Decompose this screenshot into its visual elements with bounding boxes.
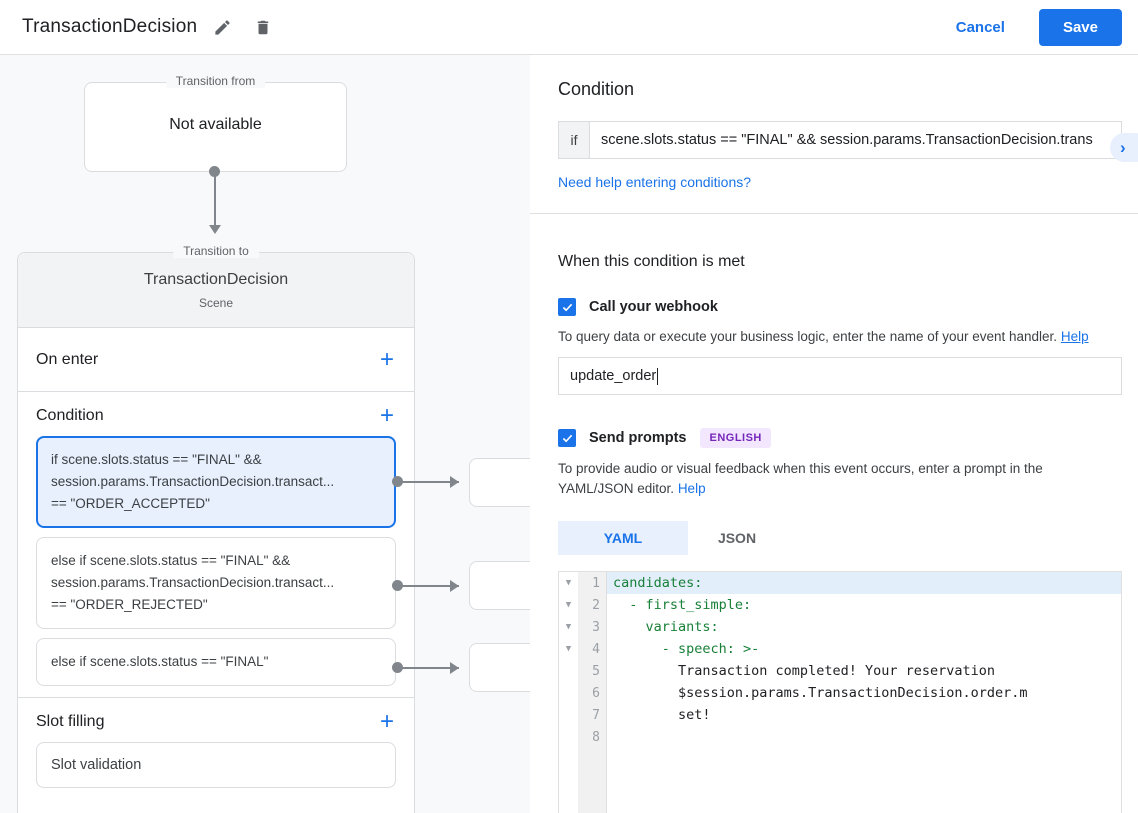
condition-card-rejected[interactable]: else if scene.slots.status == "FINAL" &&…	[36, 537, 396, 629]
top-bar: TransactionDecision Cancel Save	[0, 0, 1138, 55]
delete-scene-button[interactable]	[248, 12, 278, 43]
condition-card-accepted[interactable]: if scene.slots.status == "FINAL" && sess…	[36, 436, 396, 528]
fold-toggle-icon[interactable]: ▼	[559, 594, 578, 616]
webhook-checkbox[interactable]	[558, 298, 576, 316]
transition-target-box[interactable]	[469, 643, 530, 692]
transition-from-box: Transition from Not available	[84, 74, 347, 172]
condition-panel-heading: Condition	[558, 79, 635, 99]
yaml-editor[interactable]: ▼ ▼ ▼ ▼ 1 2 3 4 5 6 7 8 candidates: - fi…	[558, 571, 1122, 813]
condition-card-final[interactable]: else if scene.slots.status == "FINAL"	[36, 638, 396, 686]
trash-icon	[254, 18, 272, 37]
edit-title-button[interactable]	[207, 12, 238, 43]
prompts-description: To provide audio or visual feedback when…	[558, 459, 1118, 499]
condition-detail-panel: Condition › if Need help entering condit…	[530, 55, 1138, 813]
line-number: 8	[592, 729, 600, 745]
line-number: 1	[592, 575, 600, 591]
slot-filling-section-header: Slot filling +	[18, 698, 414, 742]
scene-card-header: TransactionDecision Scene	[18, 253, 414, 328]
page-title: TransactionDecision	[22, 16, 198, 37]
webhook-description-text: To query data or execute your business l…	[558, 329, 1058, 344]
webhook-label: Call your webhook	[589, 299, 718, 315]
transition-to-legend: Transition to	[173, 244, 259, 258]
code-line: - speech: >-	[613, 641, 760, 657]
prompts-description-text: To provide audio or visual feedback when…	[558, 461, 1043, 496]
condition-expression-input[interactable]	[589, 121, 1122, 159]
slot-validation-card[interactable]: Slot validation	[36, 742, 396, 788]
transition-from-legend: Transition from	[165, 74, 266, 88]
arrow-down-icon	[209, 225, 221, 234]
cancel-button[interactable]: Cancel	[940, 11, 1021, 44]
chevron-right-icon: ›	[1120, 137, 1126, 157]
code-line: $session.params.TransactionDecision.orde…	[613, 685, 1028, 701]
add-slot-button[interactable]: +	[378, 710, 396, 734]
slot-filling-label: Slot filling	[36, 713, 105, 730]
transition-to-box: Transition to TransactionDecision Scene …	[17, 244, 415, 813]
line-number: 3	[592, 619, 600, 635]
panel-divider	[530, 213, 1138, 214]
check-icon	[562, 434, 572, 442]
if-prefix-label: if	[558, 121, 589, 159]
scene-diagram: Transition from Not available Transition…	[0, 55, 530, 813]
webhook-help-link[interactable]: Help	[1061, 329, 1089, 344]
code-line: - first_simple:	[613, 597, 752, 613]
tab-json[interactable]: JSON	[688, 521, 786, 555]
line-number: 2	[592, 597, 600, 613]
on-enter-label: On enter	[36, 350, 99, 368]
editor-gutter: ▼ ▼ ▼ ▼ 1 2 3 4 5 6 7 8	[559, 572, 607, 813]
code-area[interactable]: candidates: - first_simple: variants: - …	[607, 572, 1121, 813]
check-icon	[562, 303, 572, 311]
code-line: Transaction completed! Your reservation	[613, 663, 996, 679]
code-line: set!	[613, 707, 711, 723]
line-number-column: 1 2 3 4 5 6 7 8	[578, 572, 606, 813]
conditions-help-link[interactable]: Need help entering conditions?	[558, 174, 751, 190]
editor-tabs: YAML JSON	[558, 521, 1122, 555]
scene-type-label: Scene	[198, 296, 234, 310]
add-on-enter-button[interactable]: +	[378, 347, 396, 371]
webhook-description: To query data or execute your business l…	[558, 327, 1118, 347]
transition-target-box[interactable]	[469, 458, 530, 507]
line-number: 4	[592, 641, 600, 657]
fold-toggle-icon[interactable]: ▼	[559, 572, 578, 594]
pencil-icon	[213, 18, 232, 37]
when-met-heading: When this condition is met	[558, 253, 745, 270]
line-number: 5	[592, 663, 600, 679]
webhook-handler-value: update_order	[570, 368, 657, 384]
condition-section-label: Condition	[36, 407, 104, 424]
fold-toggle-icon[interactable]: ▼	[559, 616, 578, 638]
webhook-handler-input[interactable]: update_order	[558, 357, 1122, 395]
webhook-checkbox-row: Call your webhook	[558, 298, 1122, 316]
tab-yaml[interactable]: YAML	[558, 521, 688, 555]
add-condition-button[interactable]: +	[378, 404, 396, 428]
collapse-panel-button[interactable]: ›	[1110, 133, 1138, 162]
condition-section-header: Condition +	[18, 392, 414, 436]
save-button[interactable]: Save	[1038, 8, 1122, 46]
code-line: candidates:	[607, 572, 1121, 594]
on-enter-section: On enter +	[18, 328, 414, 392]
scene-editor: TransactionDecision Cancel Save Transiti…	[0, 0, 1138, 813]
line-number: 7	[592, 707, 600, 723]
prompts-checkbox[interactable]	[558, 429, 576, 447]
connector-line	[214, 175, 216, 227]
text-caret	[657, 367, 659, 385]
scene-name: TransactionDecision	[143, 271, 289, 288]
language-badge: ENGLISH	[700, 428, 771, 448]
transition-from-value: Not available	[169, 116, 262, 133]
code-line: variants:	[613, 619, 719, 635]
fold-toggle-icon[interactable]: ▼	[559, 638, 578, 660]
transition-target-box[interactable]	[469, 561, 530, 610]
fold-column: ▼ ▼ ▼ ▼	[559, 572, 578, 813]
prompts-checkbox-row: Send prompts ENGLISH	[558, 428, 1122, 448]
condition-expression-row: if	[558, 121, 1122, 159]
prompts-label: Send prompts	[589, 430, 687, 446]
line-number: 6	[592, 685, 600, 701]
prompts-help-link[interactable]: Help	[678, 481, 706, 496]
